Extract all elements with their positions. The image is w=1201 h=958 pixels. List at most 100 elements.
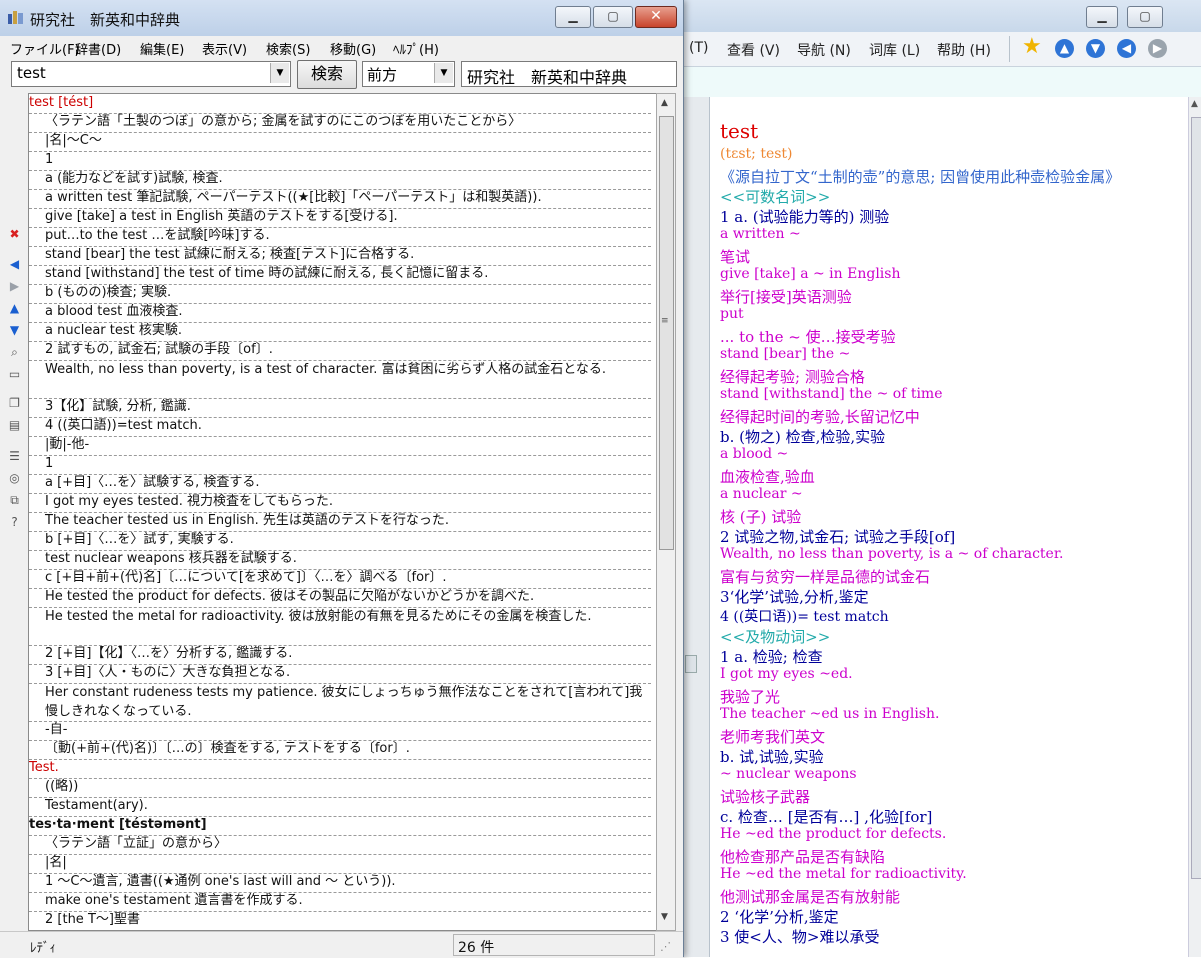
result-line[interactable]: 〔動(+前+(代)名)〕〔…の〕検査をする, テストをする〔for〕.: [29, 740, 651, 760]
result-line[interactable]: He tested the product for defects. 彼はその製…: [29, 588, 651, 608]
copy-icon[interactable]: ❐: [7, 396, 22, 411]
menu-dictionary[interactable]: 辞書(D): [75, 39, 121, 58]
back-scrollbar[interactable]: ▲: [1188, 97, 1201, 957]
result-scrollbar[interactable]: ▲ ≡ ▼: [656, 93, 676, 931]
back-icon[interactable]: ◀: [1117, 39, 1136, 58]
result-line[interactable]: 1: [29, 455, 651, 475]
stop-icon[interactable]: ✖: [7, 227, 22, 242]
close-button[interactable]: ✕: [635, 6, 677, 28]
result-line[interactable]: test nuclear weapons 核兵器を試験する.: [29, 550, 651, 570]
result-line[interactable]: a [+目]〈…を〉試験する, 検査する.: [29, 474, 651, 494]
back-arrow-icon[interactable]: ◀: [7, 257, 22, 272]
maximize-button[interactable]: ▢: [593, 6, 633, 28]
result-line[interactable]: The teacher tested us in English. 先生は英語の…: [29, 512, 651, 532]
chevron-down-icon[interactable]: ▼: [434, 63, 453, 83]
result-line[interactable]: tes·ta·ment [téstəmənt]: [29, 816, 651, 836]
result-line[interactable]: 1 ～C～遺言, 遺書((★通例 one's last will and ～ と…: [29, 873, 651, 893]
result-line[interactable]: a blood test 血液検査.: [29, 303, 651, 323]
scroll-down-arrow-icon[interactable]: ▼: [661, 912, 668, 922]
up-icon[interactable]: ▲: [1055, 39, 1074, 58]
result-pane[interactable]: test [tést] 〈ラテン語「土製のつぼ」の意から; 金属を試すのにこのつぼ…: [28, 93, 658, 931]
result-line[interactable]: |動|-他-: [29, 436, 651, 456]
result-line[interactable]: 〈ラテン語「立証」の意から〉: [29, 835, 651, 855]
result-line[interactable]: stand [bear] the test 試練に耐える; 検査[テスト]に合格…: [29, 246, 651, 266]
search-input-combo[interactable]: test ▼: [11, 61, 291, 87]
clipboard-icon[interactable]: ▤: [7, 418, 22, 433]
minimize-button[interactable]: ▁: [555, 6, 591, 28]
entry-line: 笔试: [720, 248, 751, 266]
result-line[interactable]: 3【化】試験, 分析, 鑑識.: [29, 398, 651, 418]
result-line[interactable]: |名|～C～: [29, 132, 651, 152]
result-line[interactable]: stand [withstand] the test of time 時の試練に…: [29, 265, 651, 285]
result-line[interactable]: -自-: [29, 721, 651, 741]
back-menu-tools[interactable]: (T): [689, 40, 708, 56]
back-menu-library[interactable]: 词库 (L): [869, 40, 920, 60]
result-line[interactable]: c [+目+前+(代)名]〔…について[を求めて]〕〈…を〉調べる〔for〕.: [29, 569, 651, 589]
menu-search[interactable]: 検索(S): [266, 39, 310, 58]
resize-grip-icon[interactable]: ⋰: [660, 940, 671, 953]
result-line[interactable]: a nuclear test 核実験.: [29, 322, 651, 342]
menu-view[interactable]: 表示(V): [202, 39, 247, 58]
back-splitter[interactable]: [681, 97, 710, 957]
result-line-text: a nuclear test 核実験.: [45, 323, 183, 338]
up-arrow-icon[interactable]: ▲: [7, 301, 22, 316]
menu-move[interactable]: 移動(G): [330, 39, 376, 58]
dictionary-name-field[interactable]: 研究社 新英和中辞典: [461, 61, 677, 87]
back-menu-help[interactable]: 帮助 (H): [937, 40, 991, 60]
down-icon[interactable]: ▼: [1086, 39, 1105, 58]
back-menu-view[interactable]: 查看 (V): [727, 40, 780, 60]
result-line[interactable]: 〈ラテン語「土製のつぼ」の意から; 金属を試すのにこのつぼを用いたことから〉: [29, 113, 651, 133]
star-icon[interactable]: ★: [1022, 35, 1042, 59]
direction-select[interactable]: 前方 ▼: [362, 61, 455, 87]
result-line[interactable]: ((略)): [29, 778, 651, 798]
result-line[interactable]: Testament(ary).: [29, 797, 651, 817]
search-button[interactable]: 検索: [297, 60, 357, 89]
result-line[interactable]: 4 ((英口語))=test match.: [29, 417, 651, 437]
result-line[interactable]: test [tést]: [29, 94, 651, 114]
entry-line: stand [bear] the ~: [720, 346, 851, 362]
result-line[interactable]: b [+目]〈…を〉試す, 実験する.: [29, 531, 651, 551]
result-line[interactable]: Wealth, no less than poverty, is a test …: [29, 360, 651, 399]
forward-arrow-icon[interactable]: ▶: [7, 279, 22, 294]
help-icon[interactable]: ?: [7, 515, 22, 530]
back-scroll-thumb[interactable]: [1191, 117, 1201, 879]
back-menu-navigate[interactable]: 导航 (N): [797, 40, 851, 60]
result-line[interactable]: Her constant rudeness tests my patience.…: [29, 683, 651, 722]
link-icon[interactable]: ⧉: [7, 493, 22, 508]
menu-help[interactable]: ﾍﾙﾌﾟ(H): [393, 39, 439, 58]
result-line[interactable]: 1: [29, 151, 651, 171]
menu-edit[interactable]: 編集(E): [140, 39, 184, 58]
forward-icon[interactable]: ▶: [1148, 39, 1167, 58]
result-line-text: a blood test 血液検査.: [45, 304, 183, 319]
scroll-up-arrow-icon[interactable]: ▲: [661, 98, 668, 108]
result-line[interactable]: give [take] a test in English 英語のテストをする[…: [29, 208, 651, 228]
result-line[interactable]: I got my eyes tested. 視力検査をしてもらった.: [29, 493, 651, 513]
result-line[interactable]: a written test 筆記試験, ペーパーテスト((★[比較]「ペーパー…: [29, 189, 651, 209]
result-line[interactable]: 2 試すもの, 試金石; 試験の手段〔of〕.: [29, 341, 651, 361]
scroll-up-arrow-icon[interactable]: ▲: [1191, 99, 1198, 109]
back-minimize-button[interactable]: ▁: [1086, 6, 1118, 28]
result-line[interactable]: 3 [+目]〈人・ものに〉大きな負担となる.: [29, 664, 651, 684]
back-maximize-button[interactable]: ▢: [1127, 6, 1163, 28]
result-line[interactable]: 2 [+目]【化】〈…を〉分析する, 鑑識する.: [29, 645, 651, 665]
down-arrow-icon[interactable]: ▼: [7, 323, 22, 338]
search-input[interactable]: test: [17, 64, 46, 82]
result-line[interactable]: 2 [the T～]聖書: [29, 911, 651, 930]
menu-file[interactable]: ファイル(F): [10, 39, 80, 58]
result-line-text: put…to the test …を試験[吟味]する.: [45, 228, 270, 243]
list-icon[interactable]: ☰: [7, 449, 22, 464]
result-line[interactable]: |名|: [29, 854, 651, 874]
result-line[interactable]: b (ものの)検査; 実験.: [29, 284, 651, 304]
status-count-box: 26 件: [453, 934, 655, 956]
result-line[interactable]: put…to the test …を試験[吟味]する.: [29, 227, 651, 247]
splitter-grip[interactable]: [685, 655, 697, 673]
window-icon[interactable]: ▭: [7, 367, 22, 382]
chevron-down-icon[interactable]: ▼: [270, 63, 289, 83]
result-line[interactable]: a (能力などを試す)試験, 検査.: [29, 170, 651, 190]
result-line[interactable]: Test.: [29, 759, 651, 779]
stamp-icon[interactable]: ◎: [7, 471, 22, 486]
result-scroll-thumb[interactable]: [659, 116, 674, 550]
find-icon[interactable]: ⌕: [7, 345, 22, 360]
result-line[interactable]: He tested the metal for radioactivity. 彼…: [29, 607, 651, 646]
result-line[interactable]: make one's testament 遺言書を作成する.: [29, 892, 651, 912]
